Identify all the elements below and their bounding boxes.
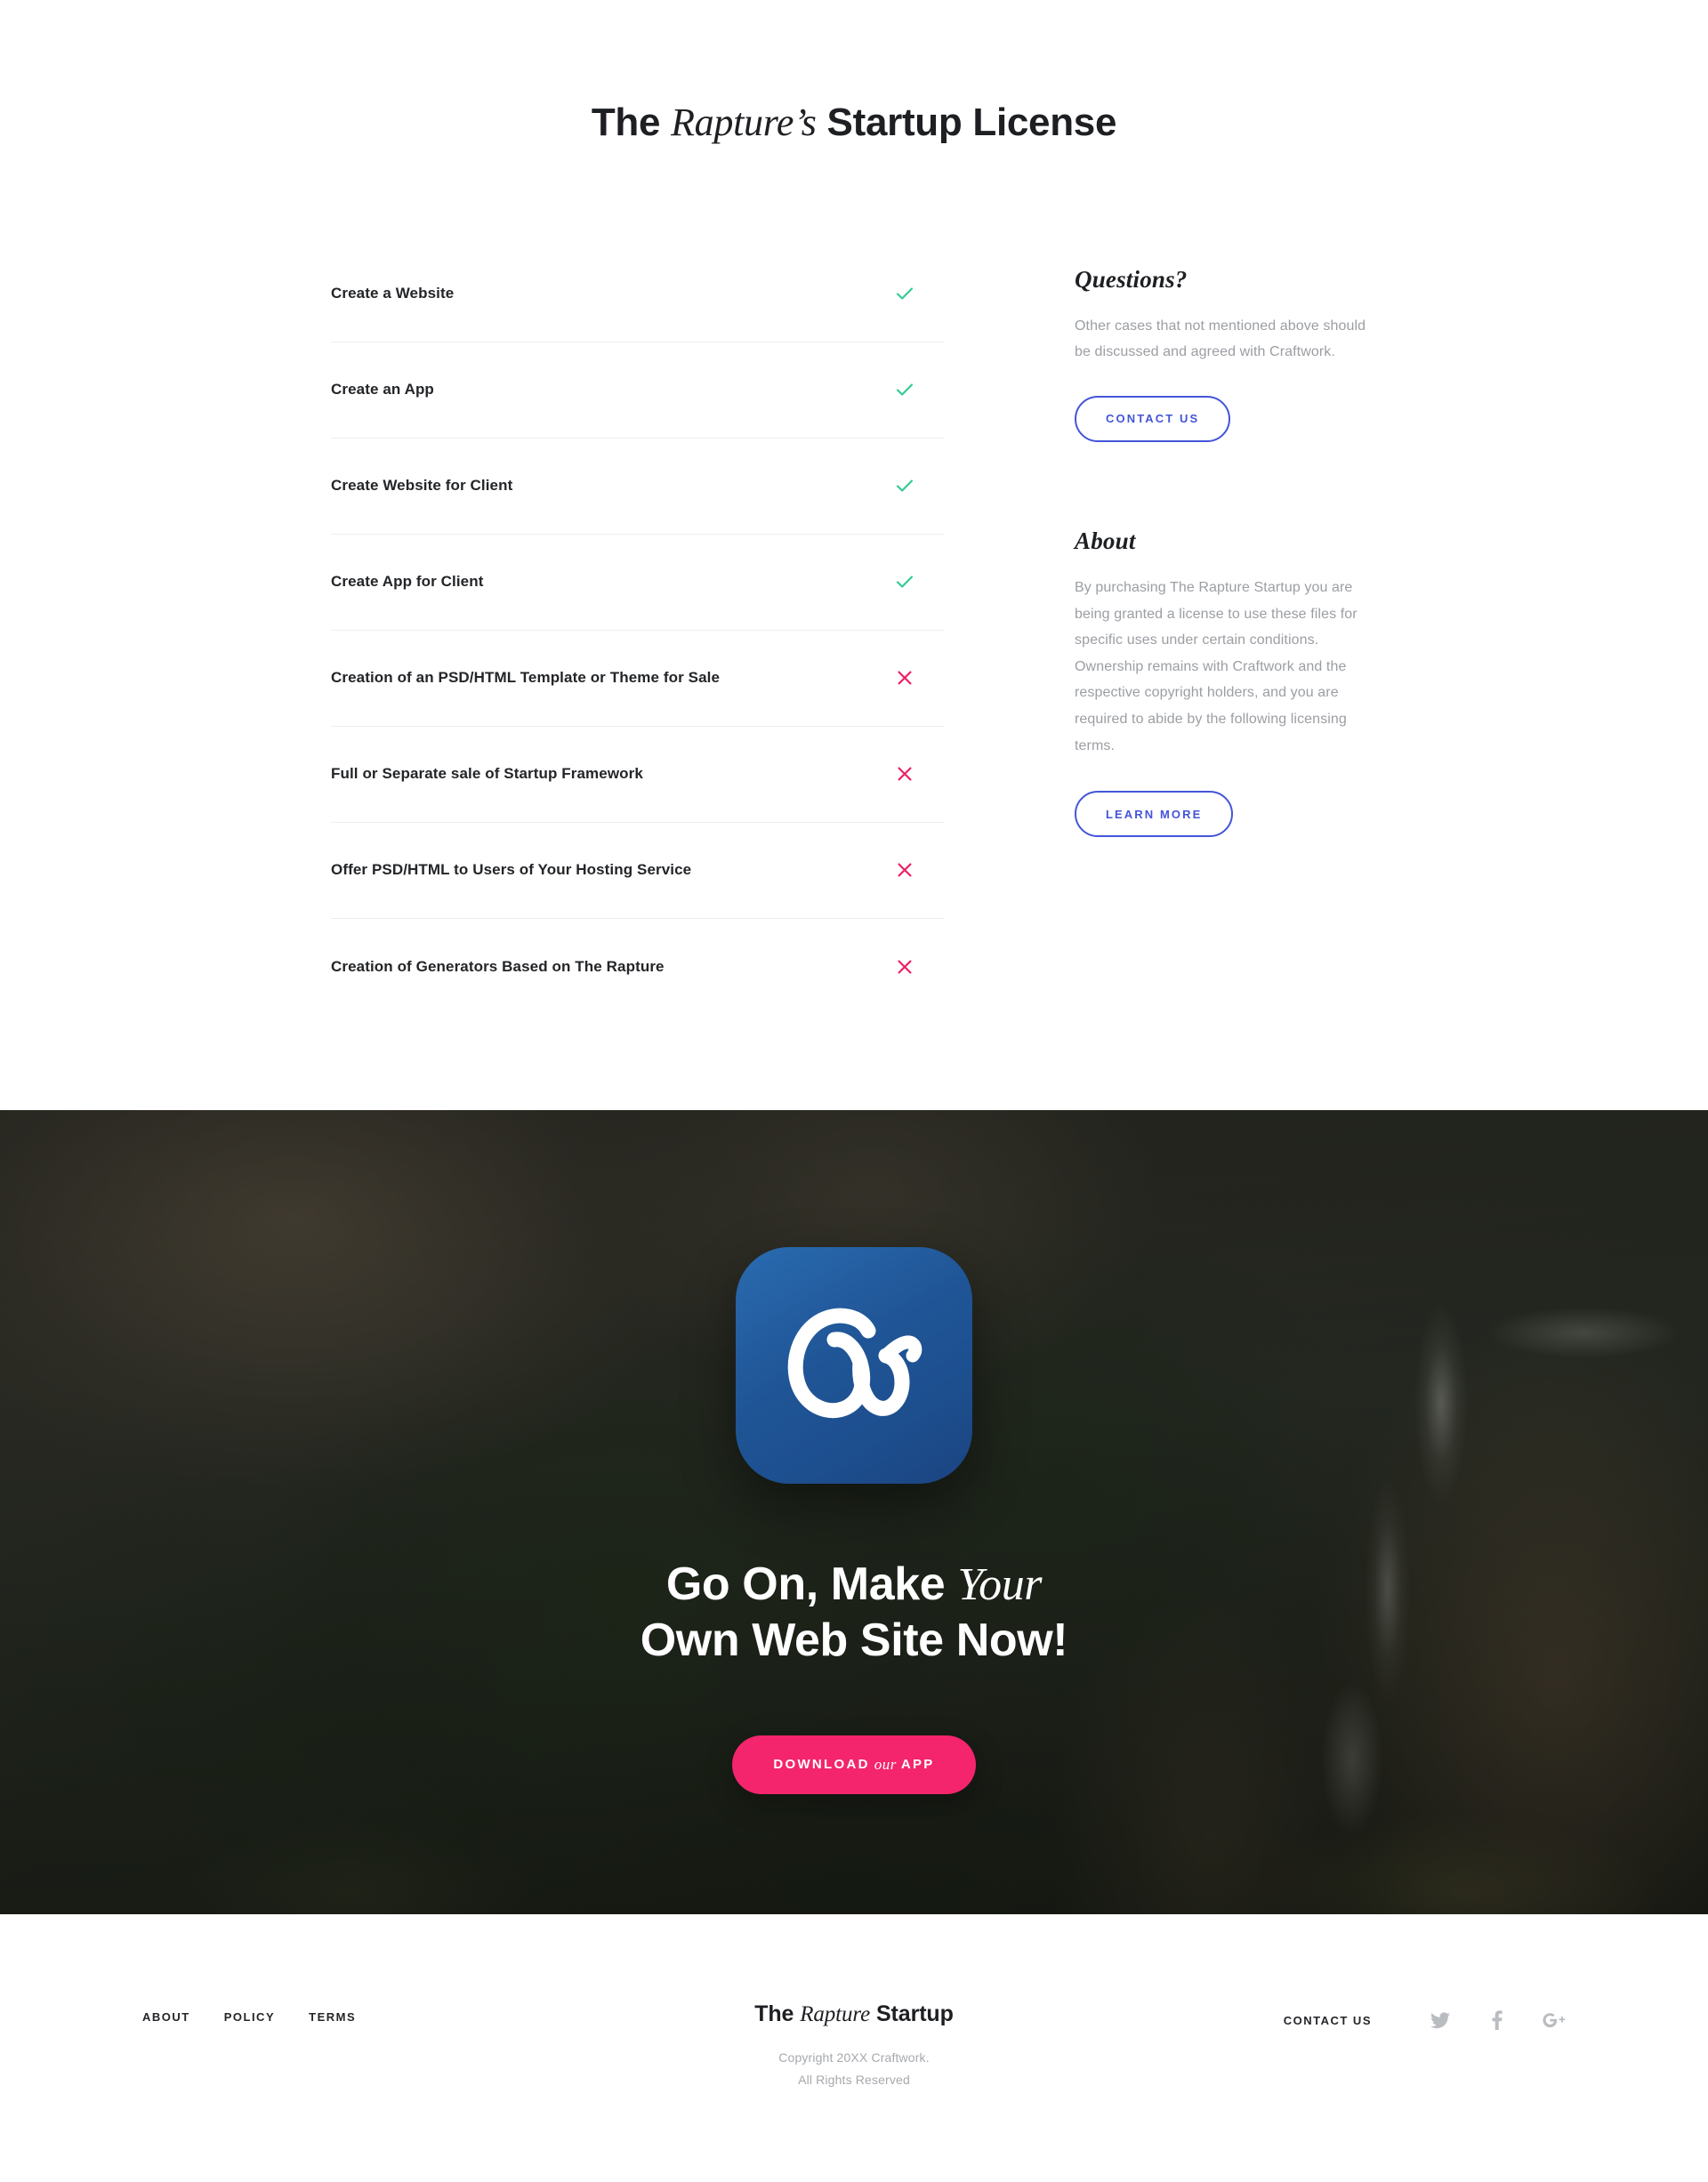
- hero-title-line1-italic: Your: [957, 1559, 1043, 1610]
- download-button-italic: our: [874, 1755, 897, 1773]
- footer-link-policy[interactable]: Policy: [224, 2010, 275, 2024]
- download-app-button[interactable]: Download our App: [732, 1735, 976, 1794]
- page-title-prefix: The: [591, 101, 672, 144]
- check-icon: [891, 284, 918, 303]
- cta-hero-section: Go On, Make Your Own Web Site Now! Downl…: [0, 1110, 1708, 1914]
- table-row: Full or Separate sale of Startup Framewo…: [331, 727, 945, 823]
- table-row: Creation of an PSD/HTML Template or Them…: [331, 631, 945, 727]
- about-heading: About: [1075, 527, 1136, 554]
- permission-label: Create App for Client: [331, 573, 484, 591]
- license-sidebar: Questions? Other cases that not mentione…: [1075, 246, 1377, 838]
- footer-link-terms[interactable]: Terms: [309, 2010, 356, 2024]
- questions-heading: Questions?: [1075, 265, 1188, 293]
- cross-icon: [891, 766, 918, 782]
- permission-label: Creation of Generators Based on The Rapt…: [331, 957, 665, 975]
- table-row: Create an App: [331, 342, 945, 439]
- contact-us-button[interactable]: Contact Us: [1075, 395, 1231, 442]
- hero-title-line1-prefix: Go On, Make: [665, 1558, 958, 1610]
- table-row: Create App for Client: [331, 535, 945, 631]
- hero-title: Go On, Make Your Own Web Site Now!: [640, 1557, 1068, 1670]
- about-block: About By purchasing The Rapture Startup …: [1075, 527, 1377, 838]
- copyright-line-2: All Rights Reserved: [798, 2072, 910, 2087]
- footer-brand-suffix: Startup: [870, 2001, 954, 2026]
- copyright-line-1: Copyright 20XX Craftwork.: [778, 2050, 930, 2065]
- check-icon: [891, 572, 918, 592]
- google-plus-icon[interactable]: [1543, 2009, 1566, 2032]
- page-title-italic: Rapture’s: [671, 101, 817, 144]
- table-row: Offer PSD/HTML to Users of Your Hosting …: [331, 823, 945, 919]
- footer-brand-prefix: The: [754, 2001, 801, 2026]
- permissions-list: Create a Website Create an App Create We…: [331, 246, 945, 1015]
- learn-more-button[interactable]: Learn More: [1075, 791, 1234, 838]
- footer-inner: About Policy Terms The Rapture Startup C…: [142, 2001, 1566, 2090]
- hero-title-line2: Own Web Site Now!: [640, 1614, 1068, 1667]
- check-icon: [891, 380, 918, 399]
- license-page: The Rapture’s Startup License Create a W…: [0, 0, 1708, 2182]
- twitter-icon[interactable]: [1429, 2009, 1452, 2032]
- permission-label: Full or Separate sale of Startup Framewo…: [331, 765, 643, 783]
- about-body: By purchasing The Rapture Startup you ar…: [1075, 579, 1358, 753]
- permission-label: Create an App: [331, 381, 434, 399]
- license-section: The Rapture’s Startup License Create a W…: [0, 0, 1708, 1110]
- table-row: Creation of Generators Based on The Rapt…: [331, 919, 945, 1015]
- table-row: Create a Website: [331, 246, 945, 342]
- footer-link-about[interactable]: About: [142, 2010, 190, 2024]
- questions-block: Questions? Other cases that not mentione…: [1075, 266, 1377, 442]
- permission-label: Offer PSD/HTML to Users of Your Hosting …: [331, 861, 692, 879]
- permission-label: Create a Website: [331, 285, 455, 302]
- download-button-suffix: App: [900, 1757, 935, 1773]
- facebook-icon[interactable]: [1486, 2009, 1509, 2032]
- footer-brand-block: The Rapture Startup Copyright 20XX Craft…: [516, 2001, 1192, 2090]
- hero-content: Go On, Make Your Own Web Site Now! Downl…: [0, 1110, 1708, 1914]
- site-footer: About Policy Terms The Rapture Startup C…: [0, 1914, 1708, 2182]
- craftwork-cw-monogram-icon: [736, 1247, 972, 1484]
- footer-nav: About Policy Terms: [142, 2007, 516, 2024]
- download-button-prefix: Download: [773, 1757, 870, 1773]
- cross-icon: [891, 959, 918, 975]
- questions-body: Other cases that not mentioned above sho…: [1075, 318, 1366, 360]
- cross-icon: [891, 670, 918, 686]
- permission-label: Create Website for Client: [331, 477, 513, 495]
- footer-social-block: Contact Us: [1192, 2007, 1566, 2032]
- page-title: The Rapture’s Startup License: [0, 100, 1708, 147]
- table-row: Create Website for Client: [331, 439, 945, 535]
- footer-contact-us-link[interactable]: Contact Us: [1284, 2014, 1372, 2027]
- permission-label: Creation of an PSD/HTML Template or Them…: [331, 669, 720, 687]
- footer-copyright: Copyright 20XX Craftwork. All Rights Res…: [516, 2047, 1192, 2090]
- page-title-suffix: Startup License: [816, 101, 1117, 144]
- cross-icon: [891, 862, 918, 878]
- footer-brand-italic: Rapture: [800, 2002, 871, 2026]
- check-icon: [891, 476, 918, 495]
- license-columns: Create a Website Create an App Create We…: [331, 246, 1377, 1015]
- footer-brand: The Rapture Startup: [516, 2001, 1192, 2027]
